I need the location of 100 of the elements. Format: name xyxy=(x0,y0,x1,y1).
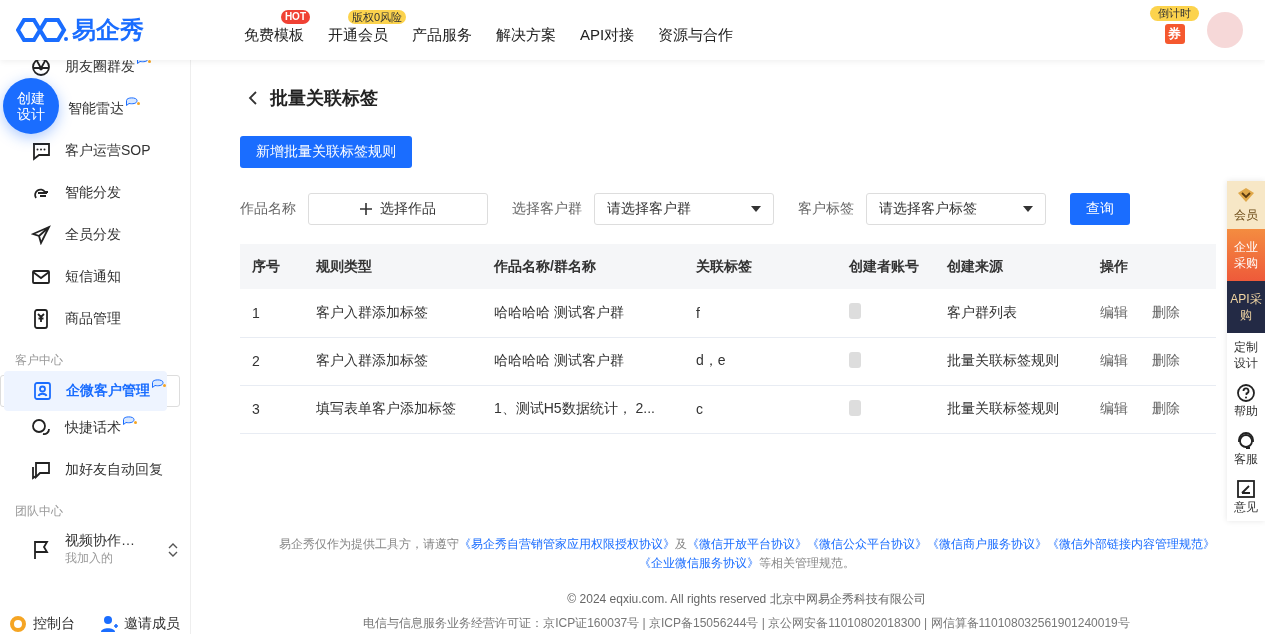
sidebar-item[interactable]: 朋友圈群发 xyxy=(31,57,151,77)
brand-name: 易企秀 xyxy=(72,15,144,45)
sidebar-item-label: 短信通知 xyxy=(65,268,121,286)
chat-bubbles-icon xyxy=(31,418,51,438)
column-header: 规则类型 xyxy=(303,244,482,289)
toolbar-button[interactable]: 会员 xyxy=(1227,181,1265,229)
action-link[interactable]: 编辑 xyxy=(1099,352,1128,368)
team-switcher[interactable]: 视频协作… 我加入的 xyxy=(0,526,190,573)
sidebar-item-label: 全员分发 xyxy=(65,226,121,244)
infinity-logo-icon xyxy=(16,17,68,43)
sidebar-item[interactable]: 全员分发 xyxy=(31,225,121,245)
toolbar-button[interactable]: 客服 xyxy=(1227,425,1265,473)
flag-icon xyxy=(31,539,51,560)
action-link[interactable]: 删除 xyxy=(1151,400,1180,416)
action-link[interactable]: 编辑 xyxy=(1099,303,1128,320)
column-header: 序号 xyxy=(240,244,304,289)
plus-icon xyxy=(360,203,372,215)
agreement-link[interactable]: 《易企秀自营销管家应用权限授权协议》 xyxy=(458,537,675,551)
sidebar-item-label: 快捷话术 xyxy=(65,419,121,437)
sidebar-item-label: 客户运营SOP xyxy=(65,142,151,160)
table-cell: 客户入群添加标签 xyxy=(303,337,482,385)
sidebar-item-label: 企微客户管理 xyxy=(66,382,150,400)
table-cell: c xyxy=(684,385,837,433)
section-title: 团队中心 xyxy=(14,503,64,520)
agreement-link[interactable]: 《微信公众平台协议》 xyxy=(806,537,927,551)
table-cell: 哈哈哈哈 测试客户群 xyxy=(481,337,685,385)
create-design-button[interactable]: 创建设计 xyxy=(3,78,59,134)
sidebar-item[interactable]: 智能雷达 xyxy=(68,100,140,118)
contact-card-icon xyxy=(32,381,52,401)
sidebar-footer-link[interactable]: 控制台 xyxy=(8,614,75,634)
table-cell: d，e xyxy=(684,337,837,385)
add-rule-button[interactable]: 新增批量关联标签规则 xyxy=(240,136,412,168)
sidebar-item-label: 加好友自动回复 xyxy=(65,461,163,479)
table-cell: 批量关联标签规则 xyxy=(934,337,1088,385)
phone-icon xyxy=(31,309,51,329)
up-down-caret-icon xyxy=(168,541,178,558)
nav-link[interactable]: 解决方案 xyxy=(496,25,556,43)
redacted-mark xyxy=(848,399,861,416)
table-cell: f xyxy=(684,289,837,337)
back-icon[interactable] xyxy=(248,90,258,106)
message-reply-icon xyxy=(31,460,51,480)
redacted-mark xyxy=(848,303,861,320)
select-field[interactable]: 请选择客户群 xyxy=(594,193,774,225)
select-work-button[interactable]: 选择作品 xyxy=(308,193,488,225)
paper-plane-icon xyxy=(31,225,51,245)
caret-down-icon xyxy=(751,206,761,212)
action-link[interactable]: 编辑 xyxy=(1099,400,1128,416)
team-subtitle: 我加入的 xyxy=(65,550,114,567)
table-cell: 客户群列表 xyxy=(934,289,1088,337)
agreement-link[interactable]: 《微信商户服务协议》 xyxy=(926,537,1047,551)
sidebar-item[interactable]: 短信通知 xyxy=(31,267,121,287)
sidebar-item-label: 朋友圈群发 xyxy=(65,58,135,76)
sidebar-item[interactable]: 智能分发 xyxy=(31,183,121,203)
user-add-icon xyxy=(99,614,119,634)
sidebar-item[interactable]: 加好友自动回复 xyxy=(31,460,163,480)
terms-notice: 易企秀仅作为提供工具方，请遵守《易企秀自营销管家应用权限授权协议》及《微信开放平台协议》《微信公众平台协议》《微信商户服务协议》《微信外部链接内容管理规范》 《企业微信服务协议》等相关管理规范。 xyxy=(277,536,1216,572)
mail-icon xyxy=(31,267,51,287)
sidebar-footer-link[interactable]: 邀请成员 xyxy=(99,614,180,634)
filter-label: 作品名称 xyxy=(240,200,296,218)
redacted-mark xyxy=(848,351,861,368)
sidebar-item[interactable]: 快捷话术 xyxy=(31,418,137,438)
aperture-icon xyxy=(31,57,51,77)
nav-link[interactable]: 开通会员 xyxy=(328,25,388,43)
sidebar-item-label: 智能分发 xyxy=(65,184,121,202)
footer-link-label: 控制台 xyxy=(33,615,75,633)
hot-badge: HOT xyxy=(280,9,310,24)
column-header: 作品名称/群名称 xyxy=(481,244,685,289)
agreement-link[interactable]: 《企业微信服务协议》 xyxy=(638,556,759,570)
select-field[interactable]: 请选择客户标签 xyxy=(866,193,1046,225)
sidebar-item[interactable]: 客户运营SOP xyxy=(31,141,151,161)
section-title: 客户中心 xyxy=(14,352,64,369)
countdown-badge: 倒计时 xyxy=(1150,6,1199,21)
column-header: 操作 xyxy=(1087,244,1216,289)
edit-icon xyxy=(1236,479,1256,499)
toolbar-button[interactable]: 意见 xyxy=(1227,473,1265,521)
sidebar-item[interactable]: 商品管理 xyxy=(31,309,121,329)
table-cell: 哈哈哈哈 测试客户群 xyxy=(481,289,685,337)
caret-down-icon xyxy=(1023,206,1033,212)
toolbar-button[interactable]: 定制设计 xyxy=(1227,333,1265,377)
table-cell: 2 xyxy=(240,337,304,385)
sidebar-item[interactable]: 企微客户管理 xyxy=(4,371,167,411)
nav-link[interactable]: 资源与合作 xyxy=(658,25,734,43)
toolbar-button[interactable]: 帮助 xyxy=(1227,377,1265,425)
agreement-link[interactable]: 《微信开放平台协议》 xyxy=(686,537,807,551)
filter-label: 选择客户群 xyxy=(512,200,582,218)
copyright-text: © 2024 eqxiu.com. All rights reserved 北京中网易企秀科技有限公司 xyxy=(567,591,926,608)
action-link[interactable]: 删除 xyxy=(1151,303,1180,320)
toolbar-button[interactable]: API采购 xyxy=(1227,281,1265,333)
nav-link[interactable]: API对接 xyxy=(580,25,635,43)
sidebar-item-label: 商品管理 xyxy=(65,310,121,328)
help-icon xyxy=(1236,383,1256,403)
chat-icon xyxy=(31,141,51,161)
query-button[interactable]: 查询 xyxy=(1070,193,1130,225)
agreement-link[interactable]: 《微信外部链接内容管理规范》 xyxy=(1046,537,1215,551)
table-cell: 3 xyxy=(240,385,304,433)
nav-link[interactable]: 免费模板 xyxy=(244,25,304,43)
footer-link-label: 邀请成员 xyxy=(124,615,180,633)
action-link[interactable]: 删除 xyxy=(1151,352,1180,368)
table-cell: 1、测试H5数据统计， 2... xyxy=(481,385,685,433)
nav-link[interactable]: 产品服务 xyxy=(412,25,472,43)
